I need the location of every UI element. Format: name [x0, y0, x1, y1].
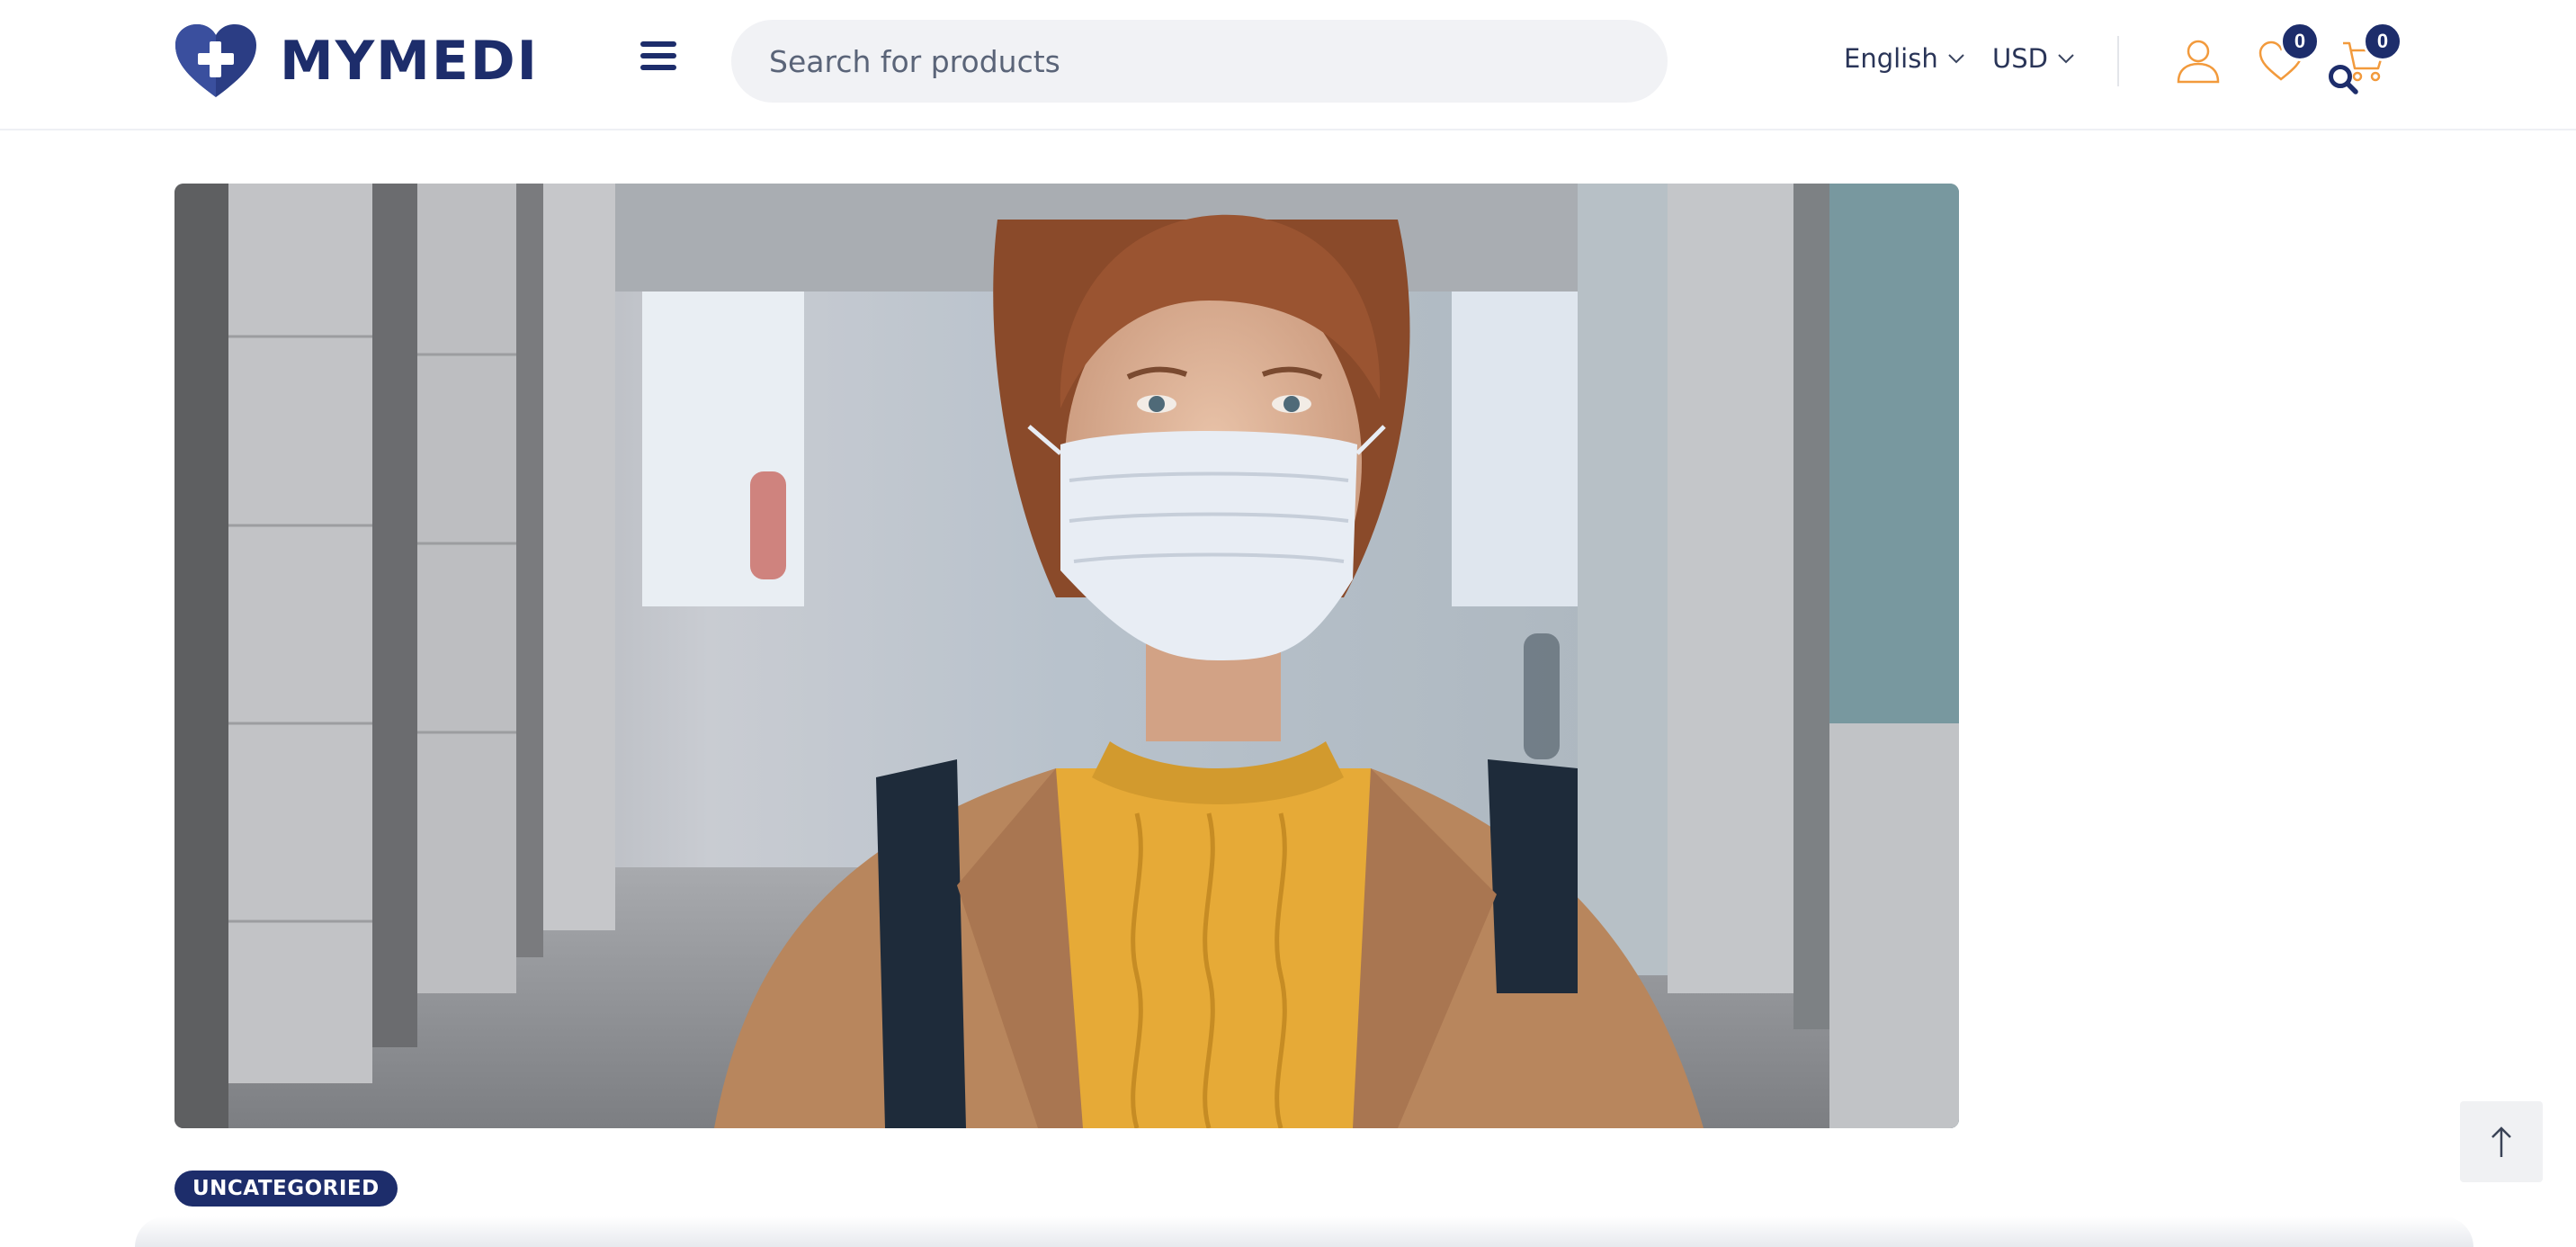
cart-count-badge: 0	[2363, 22, 2402, 61]
language-selector[interactable]: English	[1844, 43, 1965, 74]
currency-selector[interactable]: USD	[1992, 43, 2075, 74]
account-button[interactable]	[2175, 38, 2222, 85]
logo-text: MYMEDI	[280, 30, 539, 93]
arrow-up-icon	[2491, 1126, 2511, 1157]
user-icon	[2177, 40, 2220, 84]
site-logo[interactable]: MYMEDI	[174, 23, 539, 99]
scroll-to-top-button[interactable]	[2460, 1101, 2543, 1182]
heart-cross-logo-icon	[175, 24, 256, 97]
search-bar	[731, 20, 2358, 103]
site-header: MYMEDI English USD 0	[0, 0, 2576, 130]
search-input[interactable]	[769, 20, 1579, 103]
chevron-down-icon	[2058, 54, 2074, 64]
category-badge[interactable]: UNCATEGORIED	[174, 1171, 398, 1207]
masked-woman-photo	[174, 184, 1959, 1128]
currency-label: USD	[1992, 43, 2048, 74]
header-divider	[2117, 36, 2119, 86]
hamburger-menu-icon[interactable]	[640, 41, 676, 77]
chevron-down-icon	[1948, 54, 1964, 64]
wishlist-count-badge: 0	[2280, 22, 2320, 61]
featured-image	[174, 184, 1959, 1128]
content-card-edge	[135, 1216, 2473, 1247]
language-label: English	[1844, 43, 1938, 74]
